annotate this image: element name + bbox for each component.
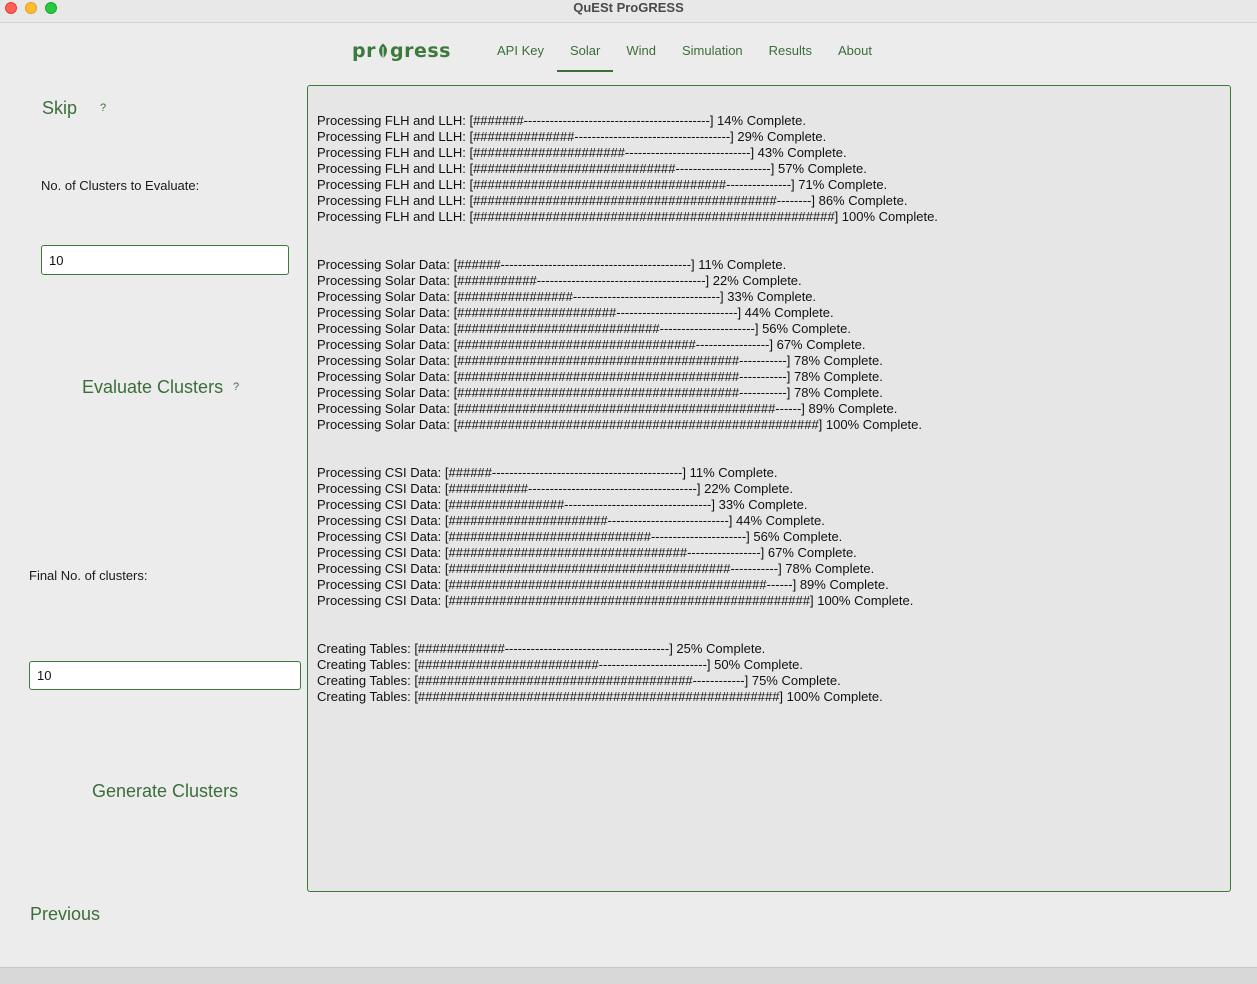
console-line: Processing Solar Data: [################…	[317, 385, 883, 400]
evaluate-clusters-button[interactable]: Evaluate Clusters	[82, 377, 223, 398]
tab-results[interactable]: Results	[756, 36, 825, 72]
console-line: Processing CSI Data: [######------------…	[317, 465, 778, 480]
console-line: Processing FLH and LLH: [###############…	[317, 177, 888, 192]
console-line: Creating Tables: [######################…	[317, 673, 841, 688]
console-line: Processing Solar Data: [################…	[317, 401, 898, 416]
console-line: Processing Solar Data: [################…	[317, 289, 817, 304]
tab-about[interactable]: About	[825, 36, 885, 72]
console-line: Processing Solar Data: [################…	[317, 353, 883, 368]
skip-button[interactable]: Skip	[42, 98, 77, 119]
tab-solar[interactable]: Solar	[556, 36, 614, 72]
console-line: Processing CSI Data: [##################…	[317, 577, 889, 592]
clusters-to-evaluate-input[interactable]	[41, 245, 289, 275]
console-line: Processing FLH and LLH: [###############…	[317, 161, 867, 176]
console-line: Processing CSI Data: [################--…	[317, 497, 808, 512]
tab-wind[interactable]: Wind	[613, 36, 669, 72]
console-line: Processing FLH and LLH: [###############…	[317, 209, 938, 224]
skip-help-icon[interactable]: ?	[100, 102, 106, 114]
console-line: Processing Solar Data: [######----------…	[317, 257, 787, 272]
main-navigation: API Key Solar Wind Simulation Results Ab…	[484, 36, 885, 74]
console-line: Creating Tables: [############----------…	[317, 641, 766, 656]
console-line: Processing CSI Data: [##################…	[317, 513, 825, 528]
final-clusters-label: Final No. of clusters:	[29, 568, 148, 583]
clusters-to-evaluate-label: No. of Clusters to Evaluate:	[41, 178, 200, 193]
console-line: Processing FLH and LLH: [###############…	[317, 193, 908, 208]
console-line: Creating Tables: [######################…	[317, 657, 804, 672]
console-group-spacer	[317, 225, 1230, 257]
console-line: Processing FLH and LLH: [#######--------…	[317, 113, 806, 128]
previous-button[interactable]: Previous	[30, 904, 100, 925]
window-title: QuESt ProGRESS	[573, 0, 684, 15]
tab-simulation[interactable]: Simulation	[669, 36, 756, 72]
console-line: Processing Solar Data: [################…	[317, 417, 923, 432]
final-clusters-input[interactable]	[29, 661, 301, 690]
console-line: Processing CSI Data: [##################…	[317, 529, 843, 544]
console-line: Processing Solar Data: [################…	[317, 337, 866, 352]
console-line: Processing Solar Data: [###########-----…	[317, 273, 802, 288]
console-line: Processing CSI Data: [###########-------…	[317, 481, 793, 496]
console-group-spacer	[317, 609, 1230, 641]
evaluate-help-icon[interactable]: ?	[233, 381, 239, 393]
console-line: Processing Solar Data: [################…	[317, 305, 834, 320]
console-line: Processing FLH and LLH: [##############-…	[317, 129, 827, 144]
title-bar: QuESt ProGRESS	[0, 0, 1257, 23]
console-line: Processing CSI Data: [##################…	[317, 593, 914, 608]
logo-text-right: gress	[389, 40, 451, 62]
console-line: Processing Solar Data: [################…	[317, 369, 883, 384]
console-line: Processing CSI Data: [##################…	[317, 561, 875, 576]
leaf-icon	[379, 43, 387, 59]
tab-api-key[interactable]: API Key	[484, 36, 557, 72]
console-line: Processing FLH and LLH: [###############…	[317, 145, 847, 160]
console-output: Processing FLH and LLH: [#######--------…	[307, 85, 1231, 892]
console-group-spacer	[317, 433, 1230, 465]
progress-logo: pr gress	[352, 38, 451, 64]
bottom-bar	[0, 967, 1257, 984]
console-line: Creating Tables: [######################…	[317, 689, 883, 704]
console-line: Processing Solar Data: [################…	[317, 321, 851, 336]
console-line: Processing CSI Data: [##################…	[317, 545, 857, 560]
logo-text-left: pr	[352, 40, 376, 62]
generate-clusters-button[interactable]: Generate Clusters	[92, 781, 238, 802]
